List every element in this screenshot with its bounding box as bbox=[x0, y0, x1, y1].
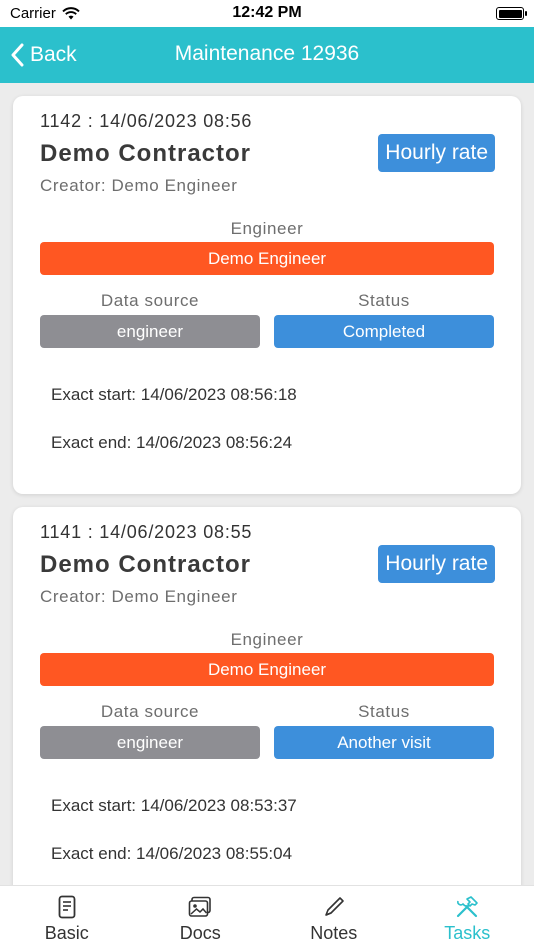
pencil-icon bbox=[321, 894, 347, 920]
nav-bar: Back Maintenance 12936 bbox=[0, 27, 534, 83]
tab-basic-label: Basic bbox=[44, 923, 89, 943]
exact-end: Exact end: 14/06/2023 08:56:24 bbox=[51, 433, 293, 452]
document-icon bbox=[54, 894, 80, 920]
status-bar: Carrier 12:42 PM bbox=[0, 0, 534, 27]
rate-badge: Hourly rate bbox=[378, 134, 495, 172]
clock: 12:42 PM bbox=[232, 4, 302, 21]
engineer-pill: Demo Engineer bbox=[40, 653, 494, 686]
battery-icon bbox=[496, 7, 527, 20]
task-list[interactable]: 1142 : 14/06/2023 08:56 Demo Contractor … bbox=[0, 83, 534, 885]
task-id-time: 1141 : 14/06/2023 08:55 bbox=[40, 522, 253, 542]
engineer-label: Engineer bbox=[230, 630, 304, 649]
exact-end: Exact end: 14/06/2023 08:55:04 bbox=[51, 844, 293, 863]
tab-tasks-label: Tasks bbox=[444, 923, 491, 943]
tools-icon bbox=[454, 894, 480, 920]
task-id-time: 1142 : 14/06/2023 08:56 bbox=[40, 111, 253, 131]
tab-bar: Basic Docs Notes Tasks bbox=[0, 885, 534, 950]
contractor-name: Demo Contractor bbox=[40, 551, 252, 578]
page-title: Maintenance 12936 bbox=[174, 42, 360, 65]
status-pill: Completed bbox=[274, 315, 494, 348]
tab-notes[interactable]: Notes bbox=[267, 886, 401, 950]
tab-docs-label: Docs bbox=[179, 923, 221, 943]
photo-icon bbox=[187, 894, 213, 920]
status-label: Status bbox=[358, 702, 410, 721]
contractor-name: Demo Contractor bbox=[40, 140, 252, 167]
exact-start: Exact start: 14/06/2023 08:53:37 bbox=[51, 796, 297, 815]
tab-basic[interactable]: Basic bbox=[0, 886, 134, 950]
exact-start: Exact start: 14/06/2023 08:56:18 bbox=[51, 385, 297, 404]
data-source-pill: engineer bbox=[40, 315, 260, 348]
rate-badge: Hourly rate bbox=[378, 545, 495, 583]
data-source-label: Data source bbox=[100, 702, 200, 721]
creator-label: Creator: Demo Engineer bbox=[40, 176, 238, 195]
engineer-label: Engineer bbox=[230, 219, 304, 238]
data-source-pill: engineer bbox=[40, 726, 260, 759]
status-label: Status bbox=[358, 291, 410, 310]
task-card[interactable]: 1141 : 14/06/2023 08:55 Demo Contractor … bbox=[13, 507, 521, 885]
creator-label: Creator: Demo Engineer bbox=[40, 587, 238, 606]
task-card[interactable]: 1142 : 14/06/2023 08:56 Demo Contractor … bbox=[13, 96, 521, 494]
tab-docs[interactable]: Docs bbox=[134, 886, 268, 950]
engineer-pill: Demo Engineer bbox=[40, 242, 494, 275]
status-pill: Another visit bbox=[274, 726, 494, 759]
data-source-label: Data source bbox=[100, 291, 200, 310]
tab-notes-label: Notes bbox=[310, 923, 358, 943]
tab-tasks[interactable]: Tasks bbox=[401, 886, 534, 950]
